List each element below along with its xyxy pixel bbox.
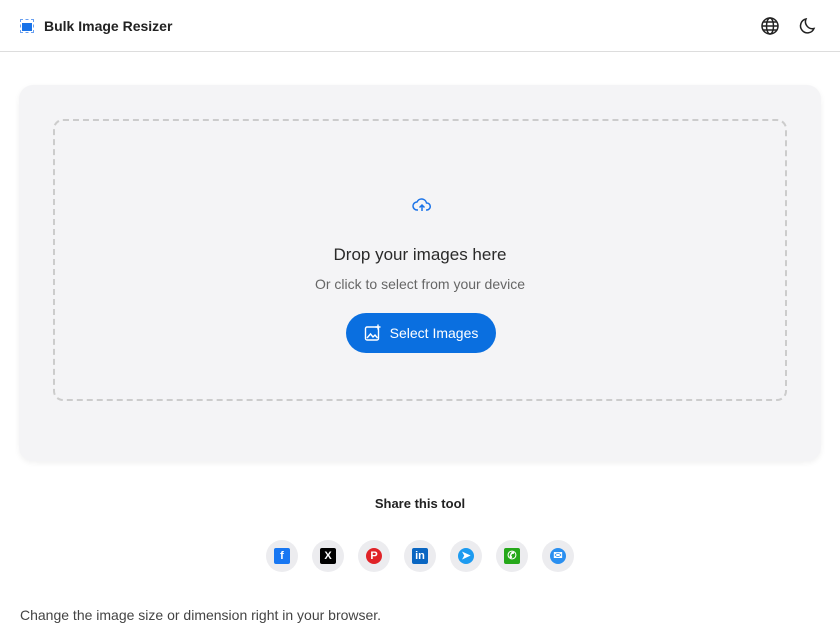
pinterest-icon: P bbox=[366, 548, 382, 564]
share-buttons: f X Pin ➤ ✆ ✉ bbox=[266, 540, 574, 572]
email-icon: ✉ bbox=[550, 548, 566, 564]
x-icon: X bbox=[320, 548, 336, 564]
share-facebook-button[interactable]: f bbox=[266, 540, 298, 572]
moon-icon[interactable] bbox=[798, 16, 818, 36]
app-title: Bulk Image Resizer bbox=[44, 17, 173, 34]
tool-description: Change the image size or dimension right… bbox=[20, 607, 382, 623]
image-add-icon bbox=[364, 324, 381, 341]
header: Bulk Image Resizer bbox=[0, 0, 840, 52]
linkedin-icon: in bbox=[412, 548, 428, 564]
drop-heading: Drop your images here bbox=[333, 245, 507, 264]
share-title: Share this tool bbox=[374, 496, 466, 511]
select-images-label: Select Images bbox=[389, 325, 479, 341]
logo-icon bbox=[20, 18, 34, 33]
share-telegram-button[interactable]: ➤ bbox=[450, 540, 482, 572]
share-whatsapp-button[interactable]: ✆ bbox=[496, 540, 528, 572]
cloud-upload-icon bbox=[412, 198, 431, 211]
whatsapp-icon: ✆ bbox=[504, 548, 520, 564]
select-images-button[interactable]: Select Images bbox=[346, 313, 496, 353]
drop-zone[interactable]: Drop your images here Or click to select… bbox=[53, 119, 787, 401]
share-email-button[interactable]: ✉ bbox=[542, 540, 574, 572]
upload-card: Drop your images here Or click to select… bbox=[19, 85, 821, 461]
globe-icon[interactable] bbox=[760, 16, 780, 36]
drop-subtext: Or click to select from your device bbox=[314, 276, 526, 292]
telegram-icon: ➤ bbox=[458, 548, 474, 564]
share-x-button[interactable]: X bbox=[312, 540, 344, 572]
share-linkedin-button[interactable]: in bbox=[404, 540, 436, 572]
facebook-icon: f bbox=[274, 548, 290, 564]
share-pinterest-button[interactable]: P bbox=[358, 540, 390, 572]
